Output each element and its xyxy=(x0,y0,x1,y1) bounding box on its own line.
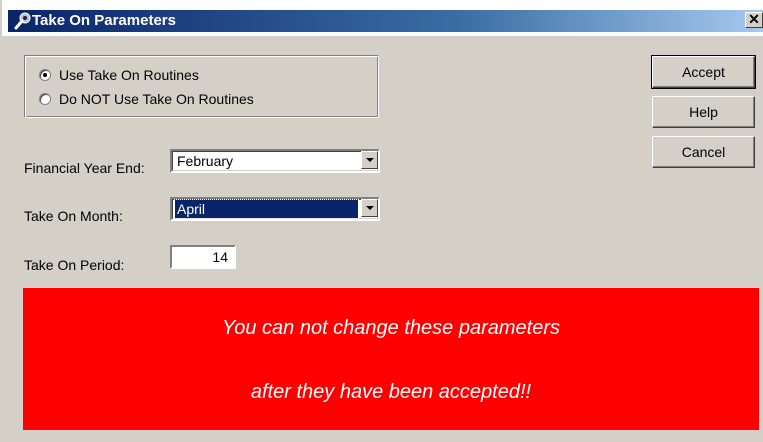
take-on-period-value: 14 xyxy=(212,249,228,265)
close-icon: ✕ xyxy=(748,11,760,27)
financial-year-end-value: February xyxy=(177,153,234,169)
radio-selected-icon[interactable] xyxy=(39,69,51,81)
take-on-period-label: Take On Period: xyxy=(24,257,125,273)
option-use-take-on[interactable]: Use Take On Routines xyxy=(39,66,199,84)
window-title: Take On Parameters xyxy=(32,12,176,29)
chevron-down-icon[interactable] xyxy=(361,199,378,217)
title-bar[interactable]: Take On Parameters ✕ xyxy=(8,10,763,32)
financial-year-end-label: Financial Year End: xyxy=(24,160,145,176)
option-do-not-use-take-on[interactable]: Do NOT Use Take On Routines xyxy=(39,90,254,108)
financial-year-end-dropdown[interactable]: February xyxy=(170,149,380,173)
take-on-month-value: April xyxy=(174,199,359,219)
cancel-button[interactable]: Cancel xyxy=(652,136,755,168)
title-bar-area: Take On Parameters ✕ xyxy=(2,0,763,36)
radio-unselected-icon[interactable] xyxy=(39,93,51,105)
warning-line-1: You can not change these parameters xyxy=(221,317,560,339)
wrench-icon xyxy=(14,12,32,30)
chevron-down-icon[interactable] xyxy=(361,151,378,169)
take-on-period-input[interactable]: 14 xyxy=(170,245,236,269)
take-on-month-label: Take On Month: xyxy=(24,208,123,224)
help-button[interactable]: Help xyxy=(652,96,755,128)
dialog-window: Take On Parameters ✕ Use Take On Routine… xyxy=(0,0,763,442)
take-on-month-dropdown[interactable]: April xyxy=(170,197,380,221)
take-on-options-group: Use Take On Routines Do NOT Use Take On … xyxy=(24,55,379,118)
option-label: Do NOT Use Take On Routines xyxy=(59,91,254,107)
warning-line-2: after they have been accepted!! xyxy=(250,381,532,403)
warning-banner: You can not change these parameters afte… xyxy=(23,288,759,430)
option-label: Use Take On Routines xyxy=(59,67,199,83)
close-button[interactable]: ✕ xyxy=(745,12,763,28)
accept-button[interactable]: Accept xyxy=(651,55,756,89)
